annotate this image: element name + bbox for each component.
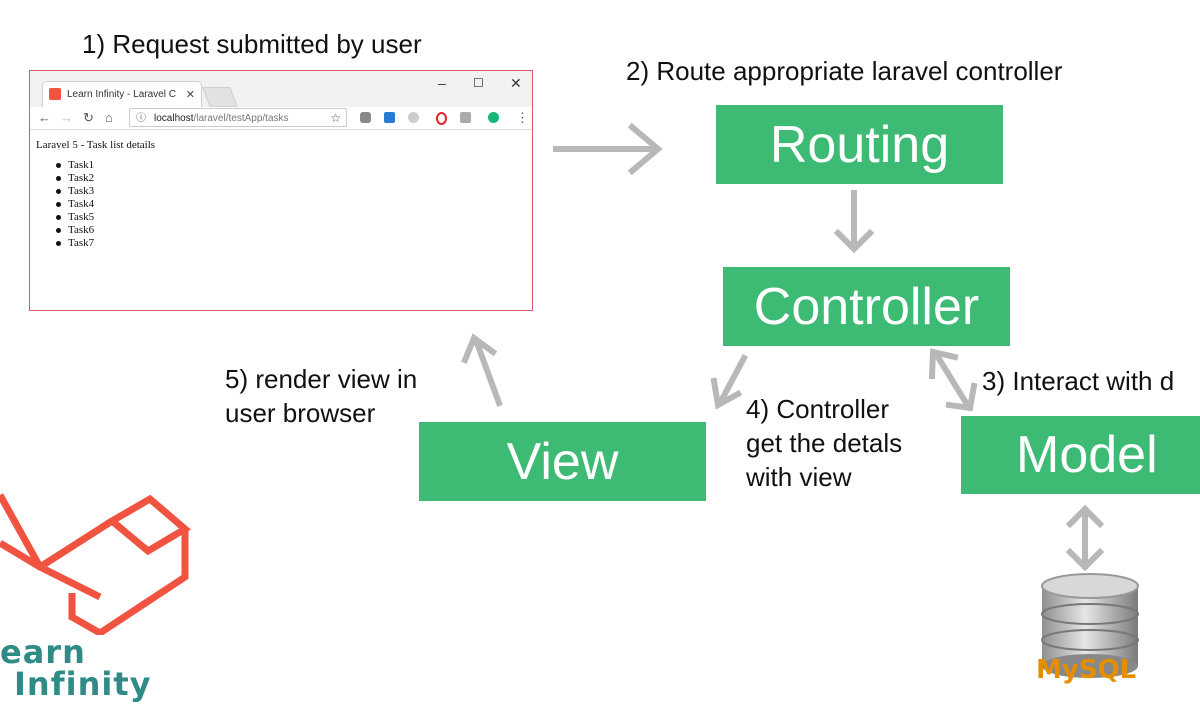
learn-infinity-logo: earn Infinity [0,636,151,700]
browser-toolbar: ← → ↻ ⌂ ⓘ localhost/laravel/testApp/task… [30,107,532,130]
tab-close-icon[interactable]: ✕ [186,82,195,108]
reload-icon[interactable]: ↻ [83,110,94,126]
info-icon: ⓘ [136,113,146,124]
maximize-icon[interactable]: ☐ [473,76,484,90]
list-item: Task4 [56,198,94,211]
list-item: Task2 [56,172,94,185]
opera-extension-icon[interactable] [436,112,447,125]
list-item: Task1 [56,159,94,172]
grammarly-extension-icon[interactable] [488,112,499,123]
mysql-logo-text: MySQL [1036,655,1137,685]
browser-titlebar: Learn Infinity - Laravel C ✕ – ☐ ✕ [30,71,532,107]
menu-icon[interactable]: ⋮ [516,110,529,126]
arrow-controller-model-bidirectional [931,349,973,411]
list-item: Task5 [56,211,94,224]
bookmark-star-icon[interactable]: ☆ [330,109,341,128]
task-list: Task1 Task2 Task3 Task4 Task5 Task6 Task… [56,159,94,250]
close-icon[interactable]: ✕ [510,75,522,92]
new-tab-button[interactable] [202,87,238,107]
url-path: /laravel/testApp/tasks [193,113,289,124]
list-item: Task6 [56,224,94,237]
download-extension-icon[interactable] [384,112,395,123]
address-bar[interactable]: ⓘ localhost/laravel/testApp/tasks ☆ [129,108,347,127]
page-heading: Laravel 5 - Task list details [36,139,156,151]
gray-extension-icon[interactable] [408,112,419,123]
laravel-favicon-icon [49,88,61,100]
logo-line-1: earn [0,633,86,671]
browser-tab[interactable]: Learn Infinity - Laravel C ✕ [42,81,202,107]
image-extension-icon[interactable] [460,112,471,123]
browser-tab-title: Learn Infinity - Laravel C [67,89,176,100]
browser-window: Learn Infinity - Laravel C ✕ – ☐ ✕ ← → ↻… [29,70,533,311]
forward-icon[interactable]: → [60,110,73,125]
laravel-logo-icon [0,493,191,635]
back-icon[interactable]: ← [38,110,51,125]
url-host: localhost [154,113,194,124]
home-icon[interactable]: ⌂ [105,110,113,125]
minimize-icon[interactable]: – [438,75,446,91]
list-item: Task7 [56,237,94,250]
logo-line-2: Infinity [14,665,152,703]
list-item: Task3 [56,185,94,198]
camera-extension-icon[interactable] [360,112,371,123]
